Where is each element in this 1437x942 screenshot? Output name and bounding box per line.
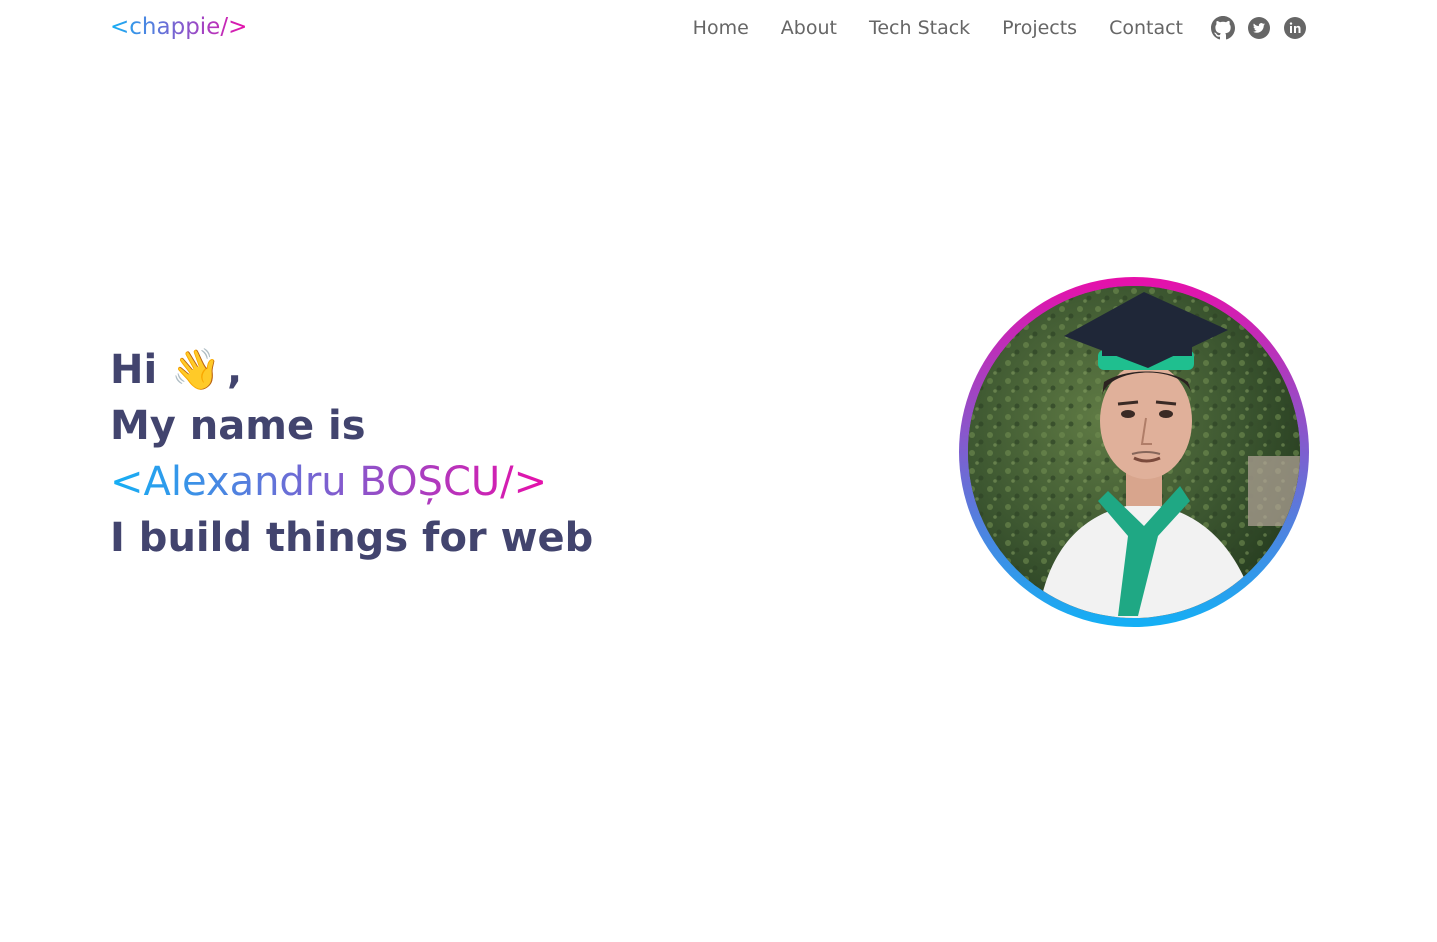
profile-photo <box>968 286 1300 618</box>
name-heading: <Alexandru BOȘCU/> <box>110 454 547 510</box>
nav-contact[interactable]: Contact <box>1109 17 1183 39</box>
hero-intro: Hi 👋, My name is <Alexandru BOȘCU/> I bui… <box>110 342 593 566</box>
wave-emoji-icon: 👋 <box>171 347 221 393</box>
tagline: I build things for web <box>110 515 594 561</box>
site-header: <chappie/> Home About Tech Stack Project… <box>0 0 1437 60</box>
github-icon[interactable] <box>1211 16 1235 40</box>
greeting-text: Hi <box>110 347 158 393</box>
nav-projects[interactable]: Projects <box>1002 17 1077 39</box>
nav-home[interactable]: Home <box>693 17 749 39</box>
nav-about[interactable]: About <box>781 17 837 39</box>
twitter-icon[interactable] <box>1247 16 1271 40</box>
social-links <box>1211 16 1307 40</box>
intro-line: My name is <box>110 403 366 449</box>
name-line-wrapper: <Alexandru BOȘCU/> <box>110 454 593 510</box>
site-logo[interactable]: <chappie/> <box>110 14 247 40</box>
linkedin-icon[interactable] <box>1283 16 1307 40</box>
nav-tech-stack[interactable]: Tech Stack <box>869 17 970 39</box>
greeting-suffix: , <box>227 347 243 393</box>
main-nav: Home About Tech Stack Projects Contact <box>693 12 1307 44</box>
greeting-line: Hi 👋, <box>110 342 593 398</box>
profile-photo-frame <box>959 277 1309 627</box>
